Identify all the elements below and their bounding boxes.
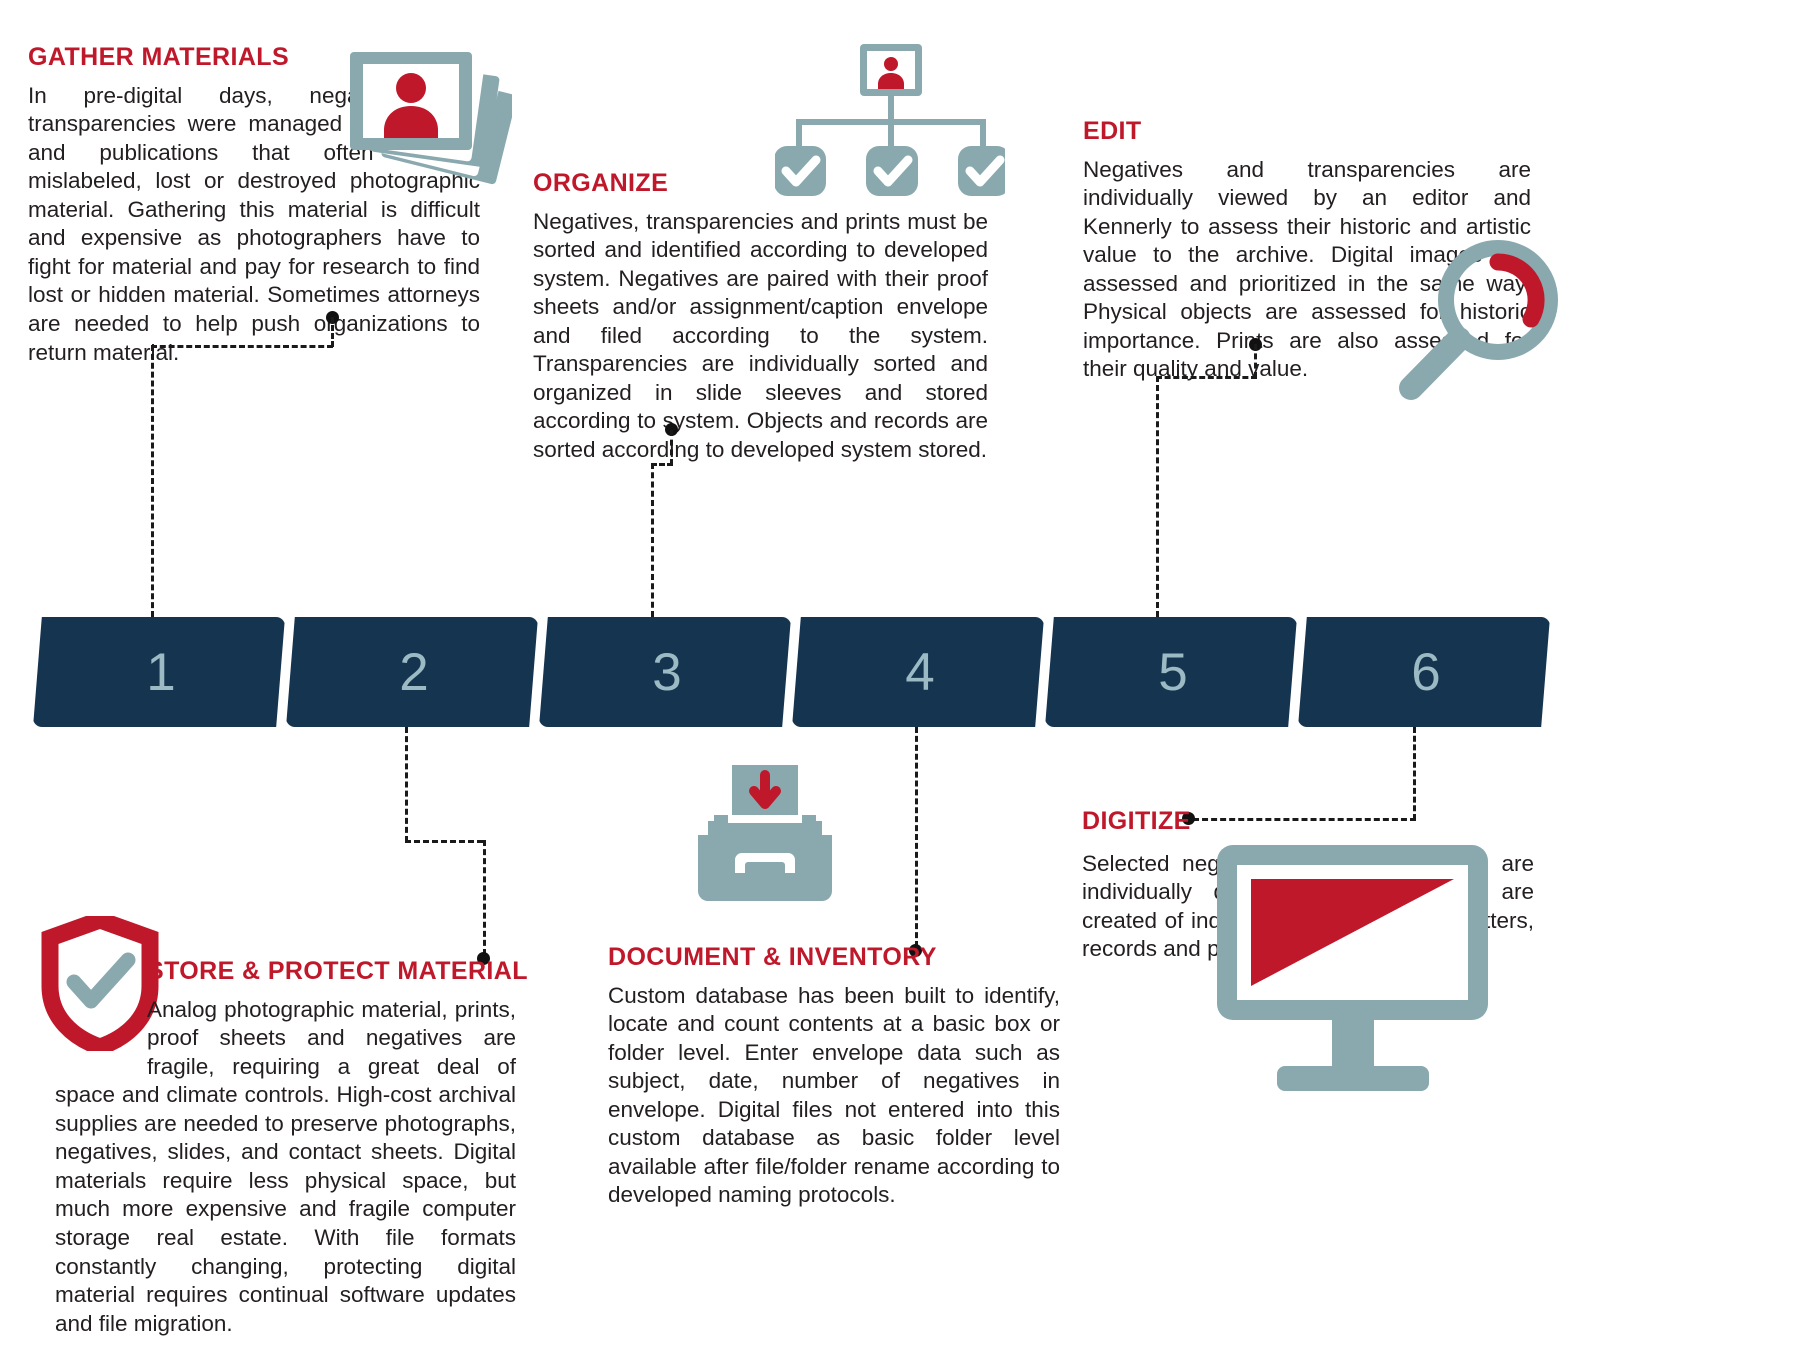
connector-v-gather-left <box>151 345 154 617</box>
infographic-canvas: GATHER MATERIALS In pre-digital days, ne… <box>0 0 1797 1350</box>
step-chevron-3[interactable]: 3 <box>539 617 791 727</box>
section-title-digitize: DIGITIZE <box>1082 807 1191 835</box>
connector-h-store <box>405 840 483 843</box>
section-title-edit: EDIT <box>1083 117 1142 145</box>
connector-v-organize-b <box>651 463 654 617</box>
connector-h-gather <box>151 345 333 348</box>
connector-v-organize-a <box>670 430 673 465</box>
monitor-icon <box>1215 843 1490 1103</box>
connector-h-organize <box>651 463 673 466</box>
connector-h-edit <box>1156 376 1257 379</box>
connector-v-digitize <box>1413 727 1416 820</box>
step-band: 1 2 3 4 5 6 <box>0 617 1797 727</box>
step-number-4: 4 <box>905 642 935 702</box>
photo-stack-icon <box>332 44 517 204</box>
step-chevron-5[interactable]: 5 <box>1045 617 1297 727</box>
section-body-organize: Negatives, transparencies and prints mus… <box>533 208 988 463</box>
section-body-document: Custom database has been built to identi… <box>608 982 1060 1208</box>
section-body-store: Analog photographic material, prints, pr… <box>55 996 516 1339</box>
connector-v-document <box>915 727 918 947</box>
step-chevron-6[interactable]: 6 <box>1298 617 1550 727</box>
org-chart-icon <box>774 40 1010 200</box>
connector-v-edit-b <box>1156 376 1159 617</box>
step-number-3: 3 <box>652 642 682 702</box>
step-number-1: 1 <box>146 642 176 702</box>
step-number-2: 2 <box>399 642 429 702</box>
connector-v-store-b <box>483 840 486 955</box>
step-number-6: 6 <box>1411 642 1441 702</box>
section-document-inventory: DOCUMENT & INVENTORY Custom database has… <box>608 943 1060 1210</box>
section-title-store: STORE & PROTECT MATERIAL <box>147 957 528 985</box>
connector-v-gather-right <box>331 317 334 347</box>
step-chevron-1[interactable]: 1 <box>33 617 285 727</box>
section-title-document: DOCUMENT & INVENTORY <box>608 943 937 971</box>
step-chevron-4[interactable]: 4 <box>792 617 1044 727</box>
step-chevron-2[interactable]: 2 <box>286 617 538 727</box>
section-organize: ORGANIZE Negatives, transparencies and p… <box>533 169 988 465</box>
file-box-icon <box>690 765 840 910</box>
connector-v-edit-a <box>1254 344 1257 378</box>
step-number-5: 5 <box>1158 642 1188 702</box>
connector-v-store-a <box>405 727 408 842</box>
section-store-protect: STORE & PROTECT MATERIAL Analog photogra… <box>55 957 528 1339</box>
magnifier-icon <box>1393 238 1573 408</box>
